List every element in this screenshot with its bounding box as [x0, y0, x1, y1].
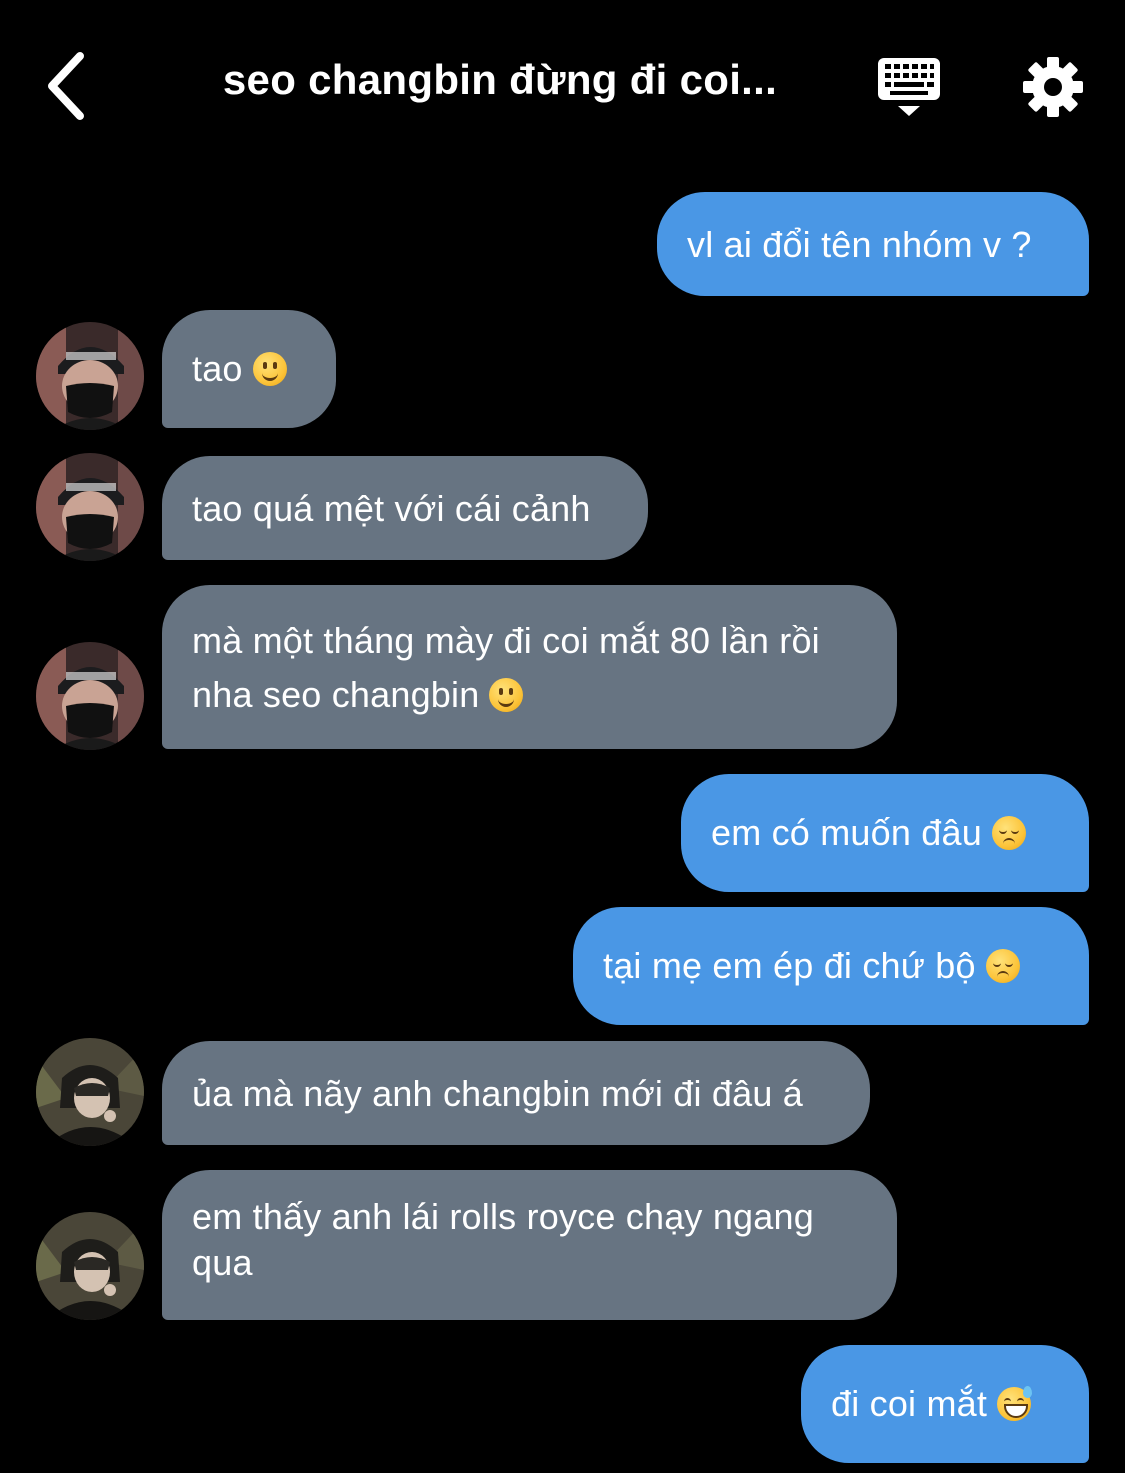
- chat-header: seo changbin đừng đi coi...: [0, 0, 1125, 170]
- message-bubble-incoming[interactable]: em thấy anh lái rolls royce chạy ngang q…: [162, 1170, 897, 1320]
- grinning-face-with-sweat-icon: [997, 1386, 1033, 1421]
- gear-icon: [1023, 57, 1083, 117]
- keyboard-icon: [878, 58, 940, 116]
- keyboard-button[interactable]: [874, 54, 944, 120]
- slightly-smiling-face-icon: [489, 678, 524, 712]
- message-bubble-incoming[interactable]: mà một tháng mày đi coi mắt 80 lần rồi n…: [162, 585, 897, 749]
- pensive-face-icon: [991, 816, 1026, 850]
- message-bubble-outgoing[interactable]: tại mẹ em ép đi chứ bộ: [573, 907, 1089, 1025]
- pensive-face-icon: [985, 949, 1020, 983]
- message-bubble-incoming[interactable]: tao quá mệt với cái cảnh: [162, 456, 648, 560]
- message-text: tao quá mệt với cái cảnh: [192, 488, 591, 529]
- settings-button[interactable]: [1020, 54, 1086, 120]
- message-text: ủa mà nãy anh changbin mới đi đâu á: [192, 1073, 804, 1114]
- message-bubble-outgoing[interactable]: vl ai đổi tên nhóm v ?: [657, 192, 1089, 296]
- avatar[interactable]: [36, 642, 144, 750]
- avatar[interactable]: [36, 453, 144, 561]
- message-bubble-incoming[interactable]: ủa mà nãy anh changbin mới đi đâu á: [162, 1041, 870, 1145]
- message-text: em có muốn đâu: [711, 812, 982, 853]
- message-text: em thấy anh lái rolls royce chạy ngang q…: [192, 1196, 814, 1283]
- message-text: đi coi mắt: [831, 1383, 988, 1424]
- chevron-left-icon: [48, 52, 84, 120]
- message-text: tao: [192, 348, 243, 389]
- avatar[interactable]: [36, 1212, 144, 1320]
- message-bubble-outgoing[interactable]: đi coi mắt: [801, 1345, 1089, 1463]
- slightly-smiling-face-icon: [252, 352, 287, 386]
- message-text: vl ai đổi tên nhóm v ?: [687, 224, 1032, 265]
- message-bubble-outgoing[interactable]: em có muốn đâu: [681, 774, 1089, 892]
- message-bubble-incoming[interactable]: tao: [162, 310, 336, 428]
- back-button[interactable]: [36, 46, 106, 126]
- message-text: tại mẹ em ép đi chứ bộ: [603, 945, 976, 986]
- chat-title[interactable]: seo changbin đừng đi coi...: [180, 56, 820, 104]
- avatar[interactable]: [36, 1038, 144, 1146]
- avatar[interactable]: [36, 322, 144, 430]
